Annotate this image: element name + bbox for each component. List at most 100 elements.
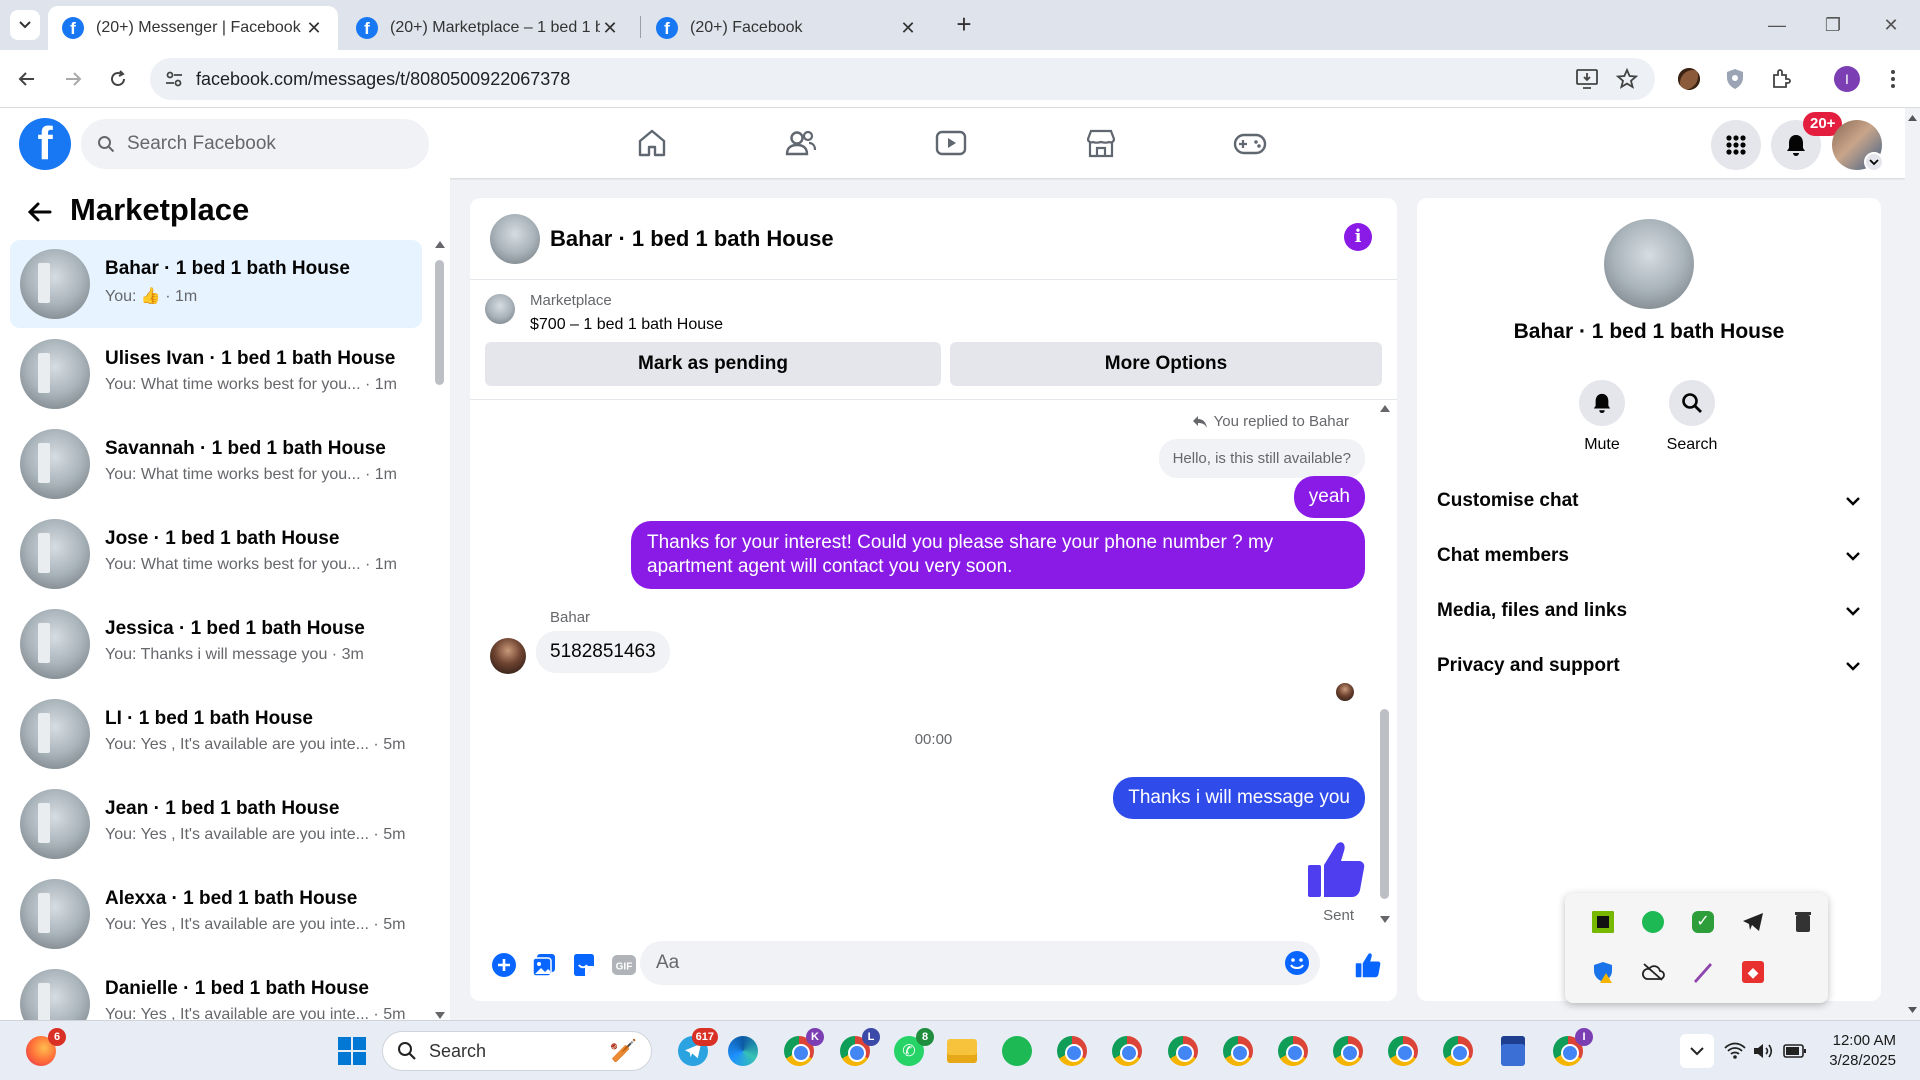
telegram-tray-icon[interactable]	[1736, 905, 1770, 939]
security-warning-icon[interactable]	[1586, 955, 1620, 989]
chrome-taskbar-icon-4[interactable]	[1221, 1034, 1255, 1068]
close-tab-icon[interactable]: ✕	[898, 18, 918, 39]
scroll-up-icon[interactable]	[1379, 404, 1391, 413]
chat-item-jean[interactable]: Jean · 1 bed 1 bath House You: Yes , It'…	[10, 780, 422, 868]
recycle-bin-icon[interactable]	[1786, 905, 1820, 939]
scroll-down-icon[interactable]	[1379, 915, 1391, 924]
search-in-chat-button[interactable]	[1669, 380, 1715, 426]
whatsapp-taskbar-icon[interactable]: ✆ 8	[892, 1028, 934, 1068]
install-app-icon[interactable]	[1574, 66, 1600, 92]
thumbs-up-icon[interactable]	[1304, 837, 1368, 901]
account-chevron[interactable]	[1864, 152, 1884, 172]
close-window-button[interactable]: ✕	[1876, 10, 1906, 40]
onedrive-offline-icon[interactable]	[1636, 955, 1670, 989]
chrome-taskbar-icon-8[interactable]	[1441, 1034, 1475, 1068]
section-customise-chat[interactable]: Customise chat	[1437, 481, 1861, 521]
system-clock[interactable]: 12:00 AM 3/28/2025	[1826, 1031, 1896, 1071]
scroll-down-icon[interactable]	[1907, 1006, 1918, 1014]
sticker-button[interactable]	[570, 951, 598, 979]
conversation-title[interactable]: Bahar · 1 bed 1 bath House	[550, 226, 834, 252]
scroll-down-icon[interactable]	[434, 1011, 446, 1020]
nav-friends[interactable]	[780, 122, 822, 164]
conversation-avatar[interactable]	[490, 214, 540, 264]
restore-button[interactable]: ❐	[1818, 10, 1848, 40]
site-info-icon[interactable]	[164, 69, 184, 89]
scroll-thumb[interactable]	[435, 260, 444, 385]
reply-quote[interactable]: Hello, is this still available?	[1158, 439, 1365, 478]
firefox-taskbar-icon[interactable]: 6	[24, 1028, 66, 1068]
battery-icon[interactable]	[1778, 1034, 1812, 1068]
close-tab-icon[interactable]: ✕	[600, 18, 620, 39]
chrome-taskbar-icon-2[interactable]	[1110, 1034, 1144, 1068]
chat-item-savannah[interactable]: Savannah · 1 bed 1 bath House You: What …	[10, 420, 422, 508]
info-icon[interactable]: i	[1344, 223, 1372, 251]
attach-photo-button[interactable]	[530, 951, 558, 979]
chat-item-danielle[interactable]: Danielle · 1 bed 1 bath House You: Yes ,…	[10, 960, 422, 1020]
facebook-search-box[interactable]	[81, 119, 429, 169]
start-button[interactable]	[335, 1034, 369, 1068]
chrome-taskbar-icon-6[interactable]	[1331, 1034, 1365, 1068]
outgoing-message[interactable]: Thanks i will message you	[1113, 777, 1365, 819]
outgoing-message[interactable]: Thanks for your interest! Could you plea…	[631, 521, 1365, 589]
file-explorer-icon[interactable]	[945, 1034, 979, 1068]
nav-home[interactable]	[631, 122, 673, 164]
more-options-button[interactable]: More Options	[950, 342, 1382, 386]
mark-as-pending-button[interactable]: Mark as pending	[485, 342, 941, 386]
mute-action[interactable]: Mute	[1562, 380, 1642, 454]
listing-price-title[interactable]: $700 – 1 bed 1 bath House	[530, 316, 723, 334]
gif-button[interactable]: GIF	[610, 951, 638, 979]
pen-tool-icon[interactable]	[1686, 955, 1720, 989]
search-action[interactable]: Search	[1652, 380, 1732, 454]
shield-extension-icon[interactable]	[1722, 66, 1748, 92]
tab-marketplace[interactable]: f (20+) Marketplace – 1 bed 1 ba ✕	[342, 6, 634, 50]
incoming-message[interactable]: 5182851463	[536, 631, 670, 673]
section-media-files-links[interactable]: Media, files and links	[1437, 591, 1861, 631]
new-tab-button[interactable]: +	[950, 11, 978, 39]
sender-avatar[interactable]	[490, 638, 526, 674]
volume-icon[interactable]	[1746, 1034, 1780, 1068]
bookmark-star-icon[interactable]	[1614, 66, 1640, 92]
chrome-profile-k-icon[interactable]: K	[782, 1028, 824, 1068]
nav-video[interactable]	[930, 122, 972, 164]
mute-button[interactable]	[1579, 380, 1625, 426]
message-input-box[interactable]	[640, 941, 1320, 985]
nav-marketplace[interactable]	[1080, 122, 1122, 164]
minimize-button[interactable]: —	[1762, 10, 1792, 40]
anydesk-icon[interactable]: ◆	[1736, 955, 1770, 989]
facebook-search-input[interactable]	[127, 133, 387, 155]
message-scrollbar[interactable]	[1378, 404, 1392, 924]
chat-item-ulises-ivan[interactable]: Ulises Ivan · 1 bed 1 bath House You: Wh…	[10, 330, 422, 418]
chat-item-jose[interactable]: Jose · 1 bed 1 bath House You: What time…	[10, 510, 422, 598]
nav-gaming[interactable]	[1229, 122, 1271, 164]
forward-button[interactable]	[58, 64, 88, 94]
notepad-taskbar-icon[interactable]	[1496, 1034, 1530, 1068]
tab-messenger[interactable]: f (20+) Messenger | Facebook ✕	[48, 6, 338, 50]
chrome-taskbar-icon-7[interactable]	[1386, 1034, 1420, 1068]
back-arrow-icon[interactable]	[26, 198, 54, 226]
facebook-logo[interactable]: f	[19, 118, 71, 170]
spotify-taskbar-icon[interactable]	[1000, 1034, 1034, 1068]
scroll-up-icon[interactable]	[434, 240, 446, 249]
chat-list-scrollbar[interactable]	[433, 240, 447, 1020]
chrome-profile-l-icon[interactable]: L	[838, 1028, 880, 1068]
outgoing-message[interactable]: yeah	[1293, 476, 1365, 518]
close-tab-icon[interactable]: ✕	[304, 18, 324, 39]
chat-item-jessica[interactable]: Jessica · 1 bed 1 bath House You: Thanks…	[10, 600, 422, 688]
chat-info-avatar[interactable]	[1604, 219, 1694, 309]
chat-item-li[interactable]: LI · 1 bed 1 bath House You: Yes , It's …	[10, 690, 422, 778]
chrome-taskbar-icon-1[interactable]	[1055, 1034, 1089, 1068]
page-scrollbar[interactable]	[1905, 108, 1920, 1020]
telegram-taskbar-icon[interactable]: 617	[676, 1028, 718, 1068]
chrome-profile-i-icon[interactable]: I	[1551, 1028, 1593, 1068]
extensions-puzzle-icon[interactable]	[1768, 66, 1794, 92]
send-like-button[interactable]	[1354, 951, 1382, 979]
tab-facebook[interactable]: f (20+) Facebook ✕	[642, 6, 932, 50]
cookie-extension-icon[interactable]	[1676, 66, 1702, 92]
nvidia-icon[interactable]	[1586, 905, 1620, 939]
chrome-taskbar-icon-3[interactable]	[1166, 1034, 1200, 1068]
show-hidden-icons-button[interactable]	[1680, 1034, 1714, 1068]
chrome-taskbar-icon-5[interactable]	[1276, 1034, 1310, 1068]
edge-taskbar-icon[interactable]	[726, 1034, 760, 1068]
more-actions-button[interactable]	[490, 951, 518, 979]
section-chat-members[interactable]: Chat members	[1437, 536, 1861, 576]
